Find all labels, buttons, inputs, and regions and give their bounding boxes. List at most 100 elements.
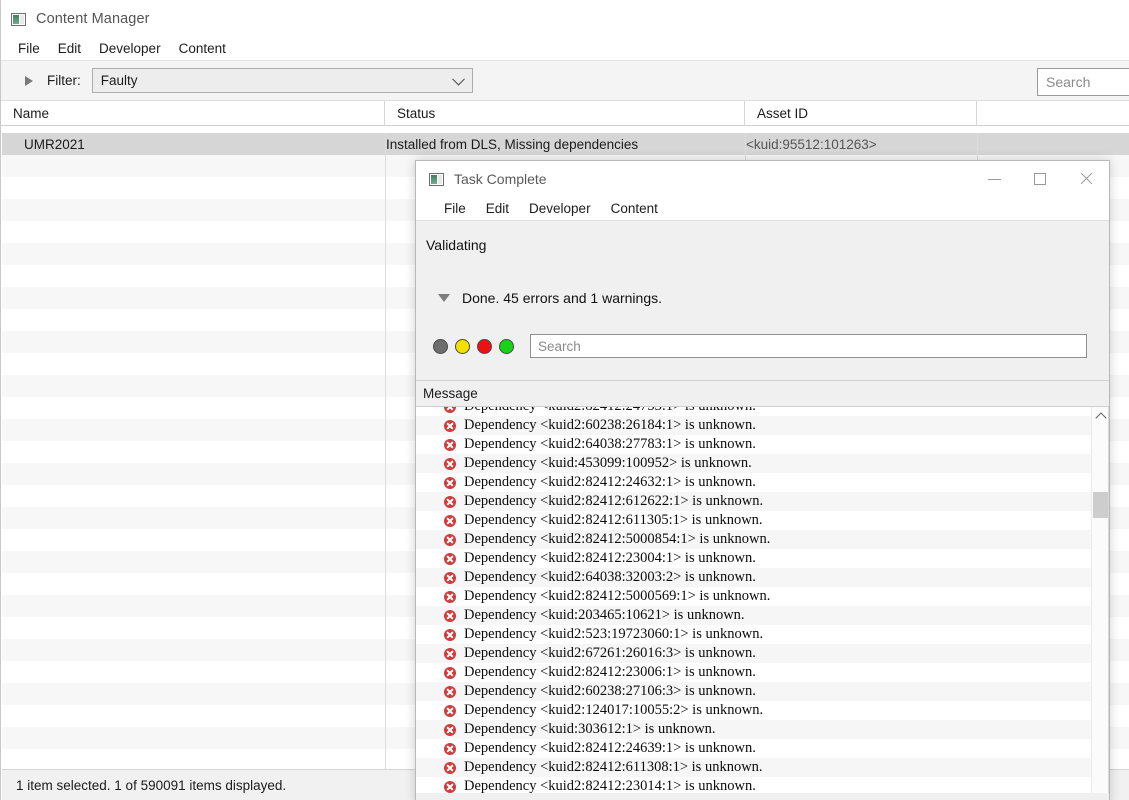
list-item[interactable]: Dependency <kuid2:60238:26184:1> is unkn… <box>416 416 1091 435</box>
close-button[interactable] <box>1063 161 1109 197</box>
error-icon <box>444 419 456 432</box>
window-controls <box>971 161 1109 197</box>
triangle-right-icon[interactable] <box>25 75 33 86</box>
list-item[interactable]: Dependency <kuid2:82412:24632:1> is unkn… <box>416 473 1091 492</box>
triangle-down-icon[interactable] <box>438 294 450 302</box>
error-icon <box>444 571 456 584</box>
list-item[interactable]: Dependency <kuid2:67261:26016:3> is unkn… <box>416 644 1091 663</box>
column-header-extra[interactable] <box>977 101 1129 126</box>
error-icon <box>444 407 456 413</box>
list-item-text: Dependency <kuid2:82412:611308:1> is unk… <box>464 759 763 775</box>
error-icon <box>444 780 456 793</box>
list-item[interactable]: Dependency <kuid2:124017:10055:2> is unk… <box>416 701 1091 720</box>
list-item[interactable]: Dependency <kuid2:64038:27783:1> is unkn… <box>416 435 1091 454</box>
list-item[interactable]: Dependency <kuid:303612:1> is unknown. <box>416 720 1091 739</box>
list-item[interactable]: Dependency <kuid2:82412:5000569:1> is un… <box>416 587 1091 606</box>
dialog-menu-item-file[interactable]: File <box>434 197 476 220</box>
list-item-text: Dependency <kuid2:82412:24639:1> is unkn… <box>464 740 756 756</box>
list-item[interactable]: Dependency <kuid2:82412:23004:1> is unkn… <box>416 549 1091 568</box>
list-item[interactable]: Dependency <kuid2:82412:611308:1> is unk… <box>416 758 1091 777</box>
error-icon <box>444 723 456 736</box>
error-icon <box>444 552 456 565</box>
list-item-text: Dependency <kuid2:64038:32003:2> is unkn… <box>464 569 756 585</box>
column-header-name[interactable]: Name <box>1 100 385 126</box>
message-column-header[interactable]: Message <box>416 380 1109 407</box>
list-item[interactable]: Dependency <kuid2:64038:32003:2> is unkn… <box>416 568 1091 587</box>
list-item[interactable]: Dependency <kuid:453099:100952> is unkno… <box>416 454 1091 473</box>
chevron-down-icon <box>451 72 465 86</box>
list-item-text: Dependency <kuid2:82412:612622:1> is unk… <box>464 493 764 509</box>
close-icon <box>1079 172 1093 186</box>
result-summary-text: Done. 45 errors and 1 warnings. <box>462 290 662 306</box>
task-label: Validating <box>426 237 487 253</box>
dialog-menu-item-edit[interactable]: Edit <box>476 197 519 220</box>
scrollbar-thumb[interactable] <box>1093 492 1108 518</box>
list-item-text: Dependency <kuid2:64038:27783:1> is unkn… <box>464 436 756 452</box>
list-item[interactable]: Dependency <kuid:203465:10621> is unknow… <box>416 606 1091 625</box>
filter-dot-info[interactable] <box>433 338 448 354</box>
filter-dot-ok[interactable] <box>499 338 514 354</box>
dialog-menu-item-content[interactable]: Content <box>601 197 668 220</box>
error-icon <box>444 666 456 679</box>
error-icon <box>444 533 456 546</box>
dialog-menu-item-developer[interactable]: Developer <box>519 197 601 220</box>
error-icon <box>444 476 456 489</box>
menu-item-developer[interactable]: Developer <box>90 38 170 60</box>
menu-item-edit[interactable]: Edit <box>49 38 90 60</box>
dialog-titlebar[interactable]: Task Complete <box>416 161 1109 197</box>
list-item[interactable]: Dependency <kuid2:60238:27106:3> is unkn… <box>416 682 1091 701</box>
column-header-asset-id[interactable]: Asset ID <box>745 100 977 126</box>
list-item-text: Dependency <kuid2:82412:23006:1> is unkn… <box>464 664 756 680</box>
filter-dot-error[interactable] <box>477 338 492 354</box>
main-menubar: File Edit Developer Content <box>1 38 1129 61</box>
list-item-text: Dependency <kuid2:82412:611305:1> is unk… <box>464 512 763 528</box>
main-search-placeholder: Search <box>1046 74 1091 90</box>
list-item[interactable]: Dependency <kuid2:82412:5000854:1> is un… <box>416 530 1091 549</box>
error-icon <box>444 457 456 470</box>
dialog-search-input[interactable]: Search <box>530 334 1087 358</box>
error-icon <box>444 495 456 508</box>
menu-item-file[interactable]: File <box>9 38 49 60</box>
message-list-scrollbar[interactable] <box>1091 407 1108 793</box>
menu-item-content[interactable]: Content <box>170 38 235 60</box>
minimize-button[interactable] <box>971 161 1017 197</box>
list-item[interactable]: Dependency <kuid2:82412:611305:1> is unk… <box>416 511 1091 530</box>
dialog-title: Task Complete <box>454 171 547 187</box>
message-list[interactable]: Dependency <kuid2:82412:24753:1> is unkn… <box>416 407 1109 793</box>
list-item-text: Dependency <kuid2:82412:24753:1> is unkn… <box>464 407 756 415</box>
dialog-menubar: File Edit Developer Content <box>416 197 1109 221</box>
list-item-text: Dependency <kuid2:60238:26184:1> is unkn… <box>464 417 756 433</box>
filter-dot-warning[interactable] <box>455 338 470 354</box>
error-icon <box>444 628 456 641</box>
content-manager-icon <box>429 172 444 186</box>
list-item-text: Dependency <kuid2:82412:24632:1> is unkn… <box>464 474 756 490</box>
grid-divider-1 <box>385 133 386 769</box>
list-item[interactable]: Dependency <kuid2:523:19723060:1> is unk… <box>416 625 1091 644</box>
list-item[interactable]: Dependency <kuid2:82412:23006:1> is unkn… <box>416 663 1091 682</box>
minimize-icon <box>987 178 1001 180</box>
main-search-input[interactable]: Search <box>1037 68 1129 96</box>
list-item-text: Dependency <kuid2:82412:5000569:1> is un… <box>464 588 771 604</box>
column-header-status[interactable]: Status <box>385 100 745 126</box>
list-item-text: Dependency <kuid2:82412:5000854:1> is un… <box>464 531 771 547</box>
list-item-text: Dependency <kuid:453099:100952> is unkno… <box>464 455 752 471</box>
cell-status: Installed from DLS, Missing dependencies <box>386 136 639 152</box>
dialog-search-placeholder: Search <box>538 338 581 354</box>
list-item-text: Dependency <kuid:203465:10621> is unknow… <box>464 607 745 623</box>
error-icon <box>444 761 456 774</box>
list-item-text: Dependency <kuid:303612:1> is unknown. <box>464 721 716 737</box>
list-item[interactable]: Dependency <kuid2:82412:23014:1> is unkn… <box>416 777 1091 793</box>
error-icon <box>444 590 456 603</box>
task-complete-dialog: Task Complete File Edit Developer Conten… <box>415 160 1110 800</box>
maximize-button[interactable] <box>1017 161 1063 197</box>
result-summary-row[interactable]: Done. 45 errors and 1 warnings. <box>416 253 1109 306</box>
cell-asset-id: <kuid:95512:101263> <box>746 136 877 152</box>
list-item[interactable]: Dependency <kuid2:82412:24753:1> is unkn… <box>416 407 1091 416</box>
main-window-title: Content Manager <box>36 11 150 27</box>
list-item[interactable]: Dependency <kuid2:82412:612622:1> is unk… <box>416 492 1091 511</box>
list-item[interactable]: Dependency <kuid2:82412:24639:1> is unkn… <box>416 739 1091 758</box>
maximize-icon <box>1034 173 1046 185</box>
scroll-up-button[interactable] <box>1092 407 1108 424</box>
table-row[interactable]: UMR2021 Installed from DLS, Missing depe… <box>2 133 1129 155</box>
filter-dropdown[interactable]: Faulty <box>91 68 473 93</box>
